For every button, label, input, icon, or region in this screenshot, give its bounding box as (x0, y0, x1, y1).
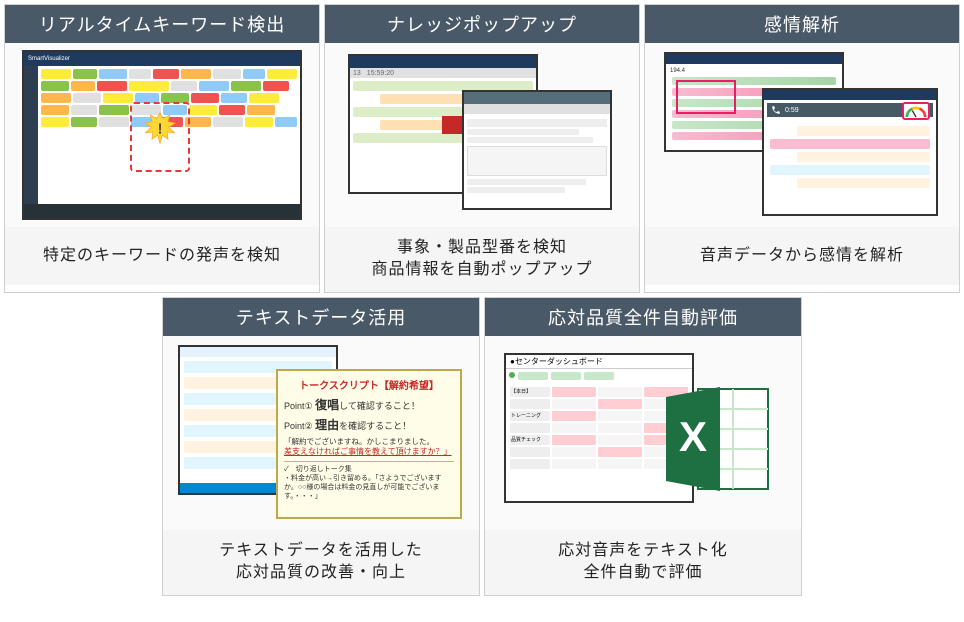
script-quote: 「解約でございますね。かしこまりました。 (284, 437, 434, 446)
point1-label: Point① (284, 401, 313, 411)
emotion-mock: 194.4 0:59 00:26:10 (662, 50, 942, 220)
card-thumbnail: トークスクリプト【解約希望】 Point① 復唱して確認すること！ Point②… (163, 336, 479, 530)
card-thumbnail: ●センターダッシュボード 【本日】 トレーニング 品質チェック (485, 336, 801, 530)
card-caption: 特定のキーワードの発声を検知 (5, 227, 319, 285)
exclamation-icon: ! (144, 112, 176, 144)
talkscript-panel: トークスクリプト【解約希望】 Point① 復唱して確認すること！ Point②… (276, 369, 462, 519)
app-name: SmartVisualizer (28, 56, 70, 62)
card-title: 応対品質全件自動評価 (485, 298, 801, 336)
knowledge-window (462, 90, 612, 210)
card-thumbnail: SmartVisualizer (5, 43, 319, 227)
feature-card-autoeval: 応対品質全件自動評価 ●センターダッシュボード 【本日】 トレーニング (484, 297, 802, 596)
card-title: ナレッジポップアップ (325, 5, 639, 43)
phone-icon (771, 105, 781, 115)
call-time: 0:59 (785, 107, 799, 114)
row-label-2: 品質チェック (510, 435, 550, 445)
dash-title: ●センターダッシュボード (510, 356, 603, 367)
card-thumbnail: 194.4 0:59 00:26:10 (645, 43, 959, 227)
card-caption: 応対音声をテキスト化 全件自動で評価 (485, 530, 801, 595)
dashboard-mock: SmartVisualizer (22, 50, 302, 220)
feature-card-knowledge: ナレッジポップアップ 13 15:59:20 (324, 4, 640, 293)
bullet-head: ✓ 切り返しトーク集 (284, 465, 454, 474)
call-window: 0:59 00:26:10 (762, 88, 938, 216)
point1-rest: して確認すること！ (339, 401, 420, 411)
popup-mock: 13 15:59:20 (342, 50, 622, 220)
emotion-highlight (676, 80, 736, 114)
card-caption: 音声データから感情を解析 (645, 227, 959, 285)
textdata-mock: トークスクリプト【解約希望】 Point① 復唱して確認すること！ Point②… (176, 343, 466, 523)
bullet-body: ・料金が高い→引き留める。「さようでございますか。○○様の場合は料金の見直しが可… (284, 474, 454, 501)
timestamp-a: 13 (353, 70, 361, 77)
window-titlebar: SmartVisualizer (24, 52, 300, 66)
feature-card-emotion: 感情解析 194.4 0:59 00:26:10 (644, 4, 960, 293)
point2-word: 理由 (315, 418, 339, 432)
svg-text:X: X (679, 413, 707, 460)
card-caption: テキストデータを活用した 応対品質の改善・向上 (163, 530, 479, 595)
timestamp-b: 15:59:20 (367, 70, 394, 77)
point1-word: 復唱 (315, 398, 339, 412)
marker-value: 194.4 (670, 68, 838, 74)
script-quote-underline: 差支えなければご事情を教えて頂けますか？」 (284, 447, 452, 456)
point2-rest: を確認すること！ (339, 421, 411, 431)
autoeval-mock: ●センターダッシュボード 【本日】 トレーニング 品質チェック (498, 343, 788, 523)
feature-card-textdata: テキストデータ活用 トークスクリプト【解約希望】 Point① 復唱して確認する… (162, 297, 480, 596)
gauge-icon (902, 102, 930, 120)
excel-icon: X (658, 379, 778, 499)
point2-label: Point② (284, 421, 313, 431)
row-label-1: トレーニング (510, 411, 550, 421)
feature-card-keyword: リアルタイムキーワード検出 SmartVisualizer (4, 4, 320, 293)
card-caption: 事象・製品型番を検知 商品情報を自動ポップアップ (325, 227, 639, 292)
card-title: リアルタイムキーワード検出 (5, 5, 319, 43)
window-footer (24, 204, 300, 218)
card-thumbnail: 13 15:59:20 (325, 43, 639, 227)
sidebar (24, 66, 38, 206)
script-title: トークスクリプト【解約希望】 (284, 377, 454, 392)
card-title: 感情解析 (645, 5, 959, 43)
card-title: テキストデータ活用 (163, 298, 479, 336)
row-label-0: 【本日】 (510, 387, 550, 397)
svg-text:!: ! (158, 122, 163, 138)
